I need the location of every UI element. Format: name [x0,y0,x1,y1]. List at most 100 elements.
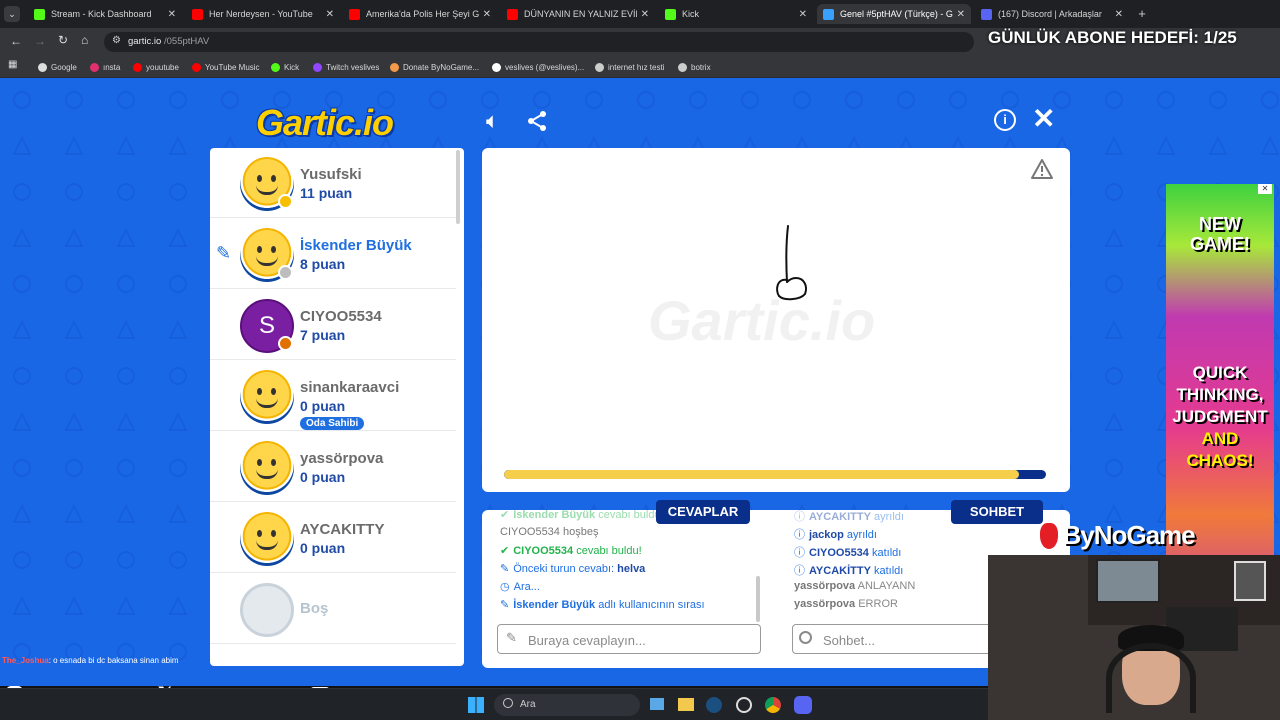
player-score: 11 puan [300,185,353,201]
wall-picture [1234,561,1266,601]
bookmarks-bar: ▦ Google ınsta youutube YouTube Music Kick Tw… [0,56,1280,78]
back-icon[interactable]: ← [10,34,22,48]
chrome-icon[interactable] [765,697,781,713]
youtube-icon [192,8,203,20]
answers-chat-panel: ✔ İskender Büyük cevabı buldu! CIYOO5534 h… [482,510,1070,668]
tab-close-icon[interactable]: ✕ [1115,9,1123,20]
reload-icon[interactable]: ↻ [58,33,68,47]
chat-text: katıldı [874,565,904,577]
ad-close-icon[interactable]: ✕ [1258,184,1272,194]
browser-tab[interactable]: Stream - Kick Dashboard ✕ [28,4,182,24]
tab-close-icon[interactable]: ✕ [799,9,807,20]
clock-icon: ◷ [500,581,510,593]
smiley-avatar [240,370,294,424]
answers-scrollbar[interactable] [756,576,760,622]
chat-feed-item: ⓘ CIYOO5534 katıldı [794,544,901,560]
bookmark-item[interactable]: Twitch veslives [313,60,379,74]
player-row[interactable]: ✎ İskender Büyük 8 puan [210,219,456,289]
ad-line-7: CHAOS! [1186,451,1254,470]
player-row[interactable]: S CIYOO5534 7 puan [210,290,456,360]
site-info-icon[interactable]: ⚙ [112,35,121,46]
player-score: 0 puan [300,469,346,485]
browser-tab[interactable]: Genel #5ptHAV (Türkçe) - Gartic ✕ [817,4,971,24]
bookmark-item[interactable]: veslives (@veslives)... [492,60,584,74]
chat-input[interactable]: Sohbet... [792,624,992,654]
kick-icon [665,8,676,20]
check-icon: ✔ [500,510,510,521]
bookmark-item[interactable]: Donate ByNoGame... [390,60,479,74]
browser-tab-strip: ⌄ Stream - Kick Dashboard ✕ Her Nerdeysen … [0,0,1280,28]
tab-close-icon[interactable]: ✕ [168,9,176,20]
bookmark-item[interactable]: ınsta [90,60,120,74]
bookmark-label: botrix [691,62,711,72]
obs-icon[interactable] [736,697,752,713]
file-explorer-icon[interactable] [678,698,694,711]
browser-tab[interactable]: (167) Discord | Arkadaşlar ✕ [975,4,1129,24]
windows-start-icon[interactable] [468,697,484,713]
home-icon[interactable]: ⌂ [81,33,88,47]
tab-close-icon[interactable]: ✕ [641,9,649,20]
player-row[interactable]: Yusufski 11 puan [210,148,456,218]
steam-icon[interactable] [706,697,722,713]
chat-text: katıldı [871,547,902,559]
empty-slot-avatar [240,583,294,637]
pencil-icon: ✎ [500,563,510,575]
drawing-board[interactable]: Gartic.io [482,148,1070,492]
player-row[interactable]: sinankaraavci 0 puan Oda Sahibi [210,361,456,431]
address-bar[interactable]: ⚙ gartic.io /055ptHAV [104,32,974,52]
taskbar-search[interactable]: Ara [494,694,640,716]
player-row[interactable]: AYCAKITTY 0 puan [210,503,456,573]
bookmark-label: internet hız testi [608,62,665,72]
bookmark-item[interactable]: Kick [271,60,299,74]
ad-line-5: JUDGMENT [1172,407,1268,426]
ad-line-2: GAME! [1190,234,1250,254]
address-host: gartic.io [128,36,162,47]
tab-close-icon[interactable]: ✕ [326,9,334,20]
forward-icon[interactable]: → [34,34,46,48]
report-warning-icon[interactable] [1030,158,1054,185]
bookmark-label: Kick [284,62,300,72]
drawing-strokes [776,225,807,301]
browser-tab[interactable]: DÜNYANIN EN YALNIZ EVİNDE ✕ [501,4,655,24]
new-tab-button[interactable]: + [1134,6,1150,22]
answer-input[interactable]: ✎ Buraya cevaplayın... [497,624,761,654]
tab-close-icon[interactable]: ✕ [483,9,491,20]
feed-user: CIYOO5534 [513,545,574,557]
gartic-logo[interactable]: Gartic.io [256,102,394,144]
info-icon: ⓘ [794,565,805,577]
info-icon[interactable]: i [994,109,1016,131]
chat-feed-item: ⓘ AYCAKITTY ayrıldı [794,510,904,524]
tab-search-button[interactable]: ⌄ [4,6,20,22]
bookmark-item[interactable]: Google [38,60,77,74]
bookmark-item[interactable]: botrix [678,60,711,74]
browser-tab[interactable]: Kick ✕ [659,4,813,24]
chat-user: AYCAKITTY [809,511,871,523]
task-view-icon[interactable] [650,698,664,710]
tab-title: DÜNYANIN EN YALNIZ EVİNDE [524,9,637,19]
bookmark-item[interactable]: internet hız testi [595,60,664,74]
bookmark-item[interactable]: youutube [133,60,179,74]
players-scrollbar[interactable] [456,150,460,224]
browser-tab[interactable]: Her Nerdeysen - YouTube ✕ [186,4,340,24]
browser-tab[interactable]: Amerika'da Polis Her Şeyi Görü ✕ [343,4,497,24]
feed-text: helva [617,563,646,575]
chat-text: ayrıldı [846,529,877,541]
kick-icon [34,8,45,20]
apps-grid-icon[interactable]: ▦ [8,59,17,70]
bookmark-item[interactable]: YouTube Music [192,60,260,74]
chat-user: AYCAKİTTY [809,565,871,577]
bynogame-text: ByNoGame [1062,520,1195,550]
status-dot [278,265,293,280]
chat-placeholder: Sohbet... [823,633,876,648]
bookmark-label: youutube [146,62,179,72]
share-icon[interactable] [526,110,548,137]
tab-answers[interactable]: CEVAPLAR [656,500,750,524]
chat-feed-item: yassörpova ANLAYANN [794,580,915,592]
close-icon[interactable]: ✕ [1032,102,1055,135]
player-row[interactable]: yassörpova 0 puan [210,432,456,502]
tab-close-icon[interactable]: ✕ [957,9,965,20]
player-row[interactable]: Boş [210,574,456,644]
discord-icon[interactable] [794,696,812,714]
sound-icon[interactable]: 🔈︎ [486,108,499,134]
tab-chat[interactable]: SOHBET [951,500,1043,524]
